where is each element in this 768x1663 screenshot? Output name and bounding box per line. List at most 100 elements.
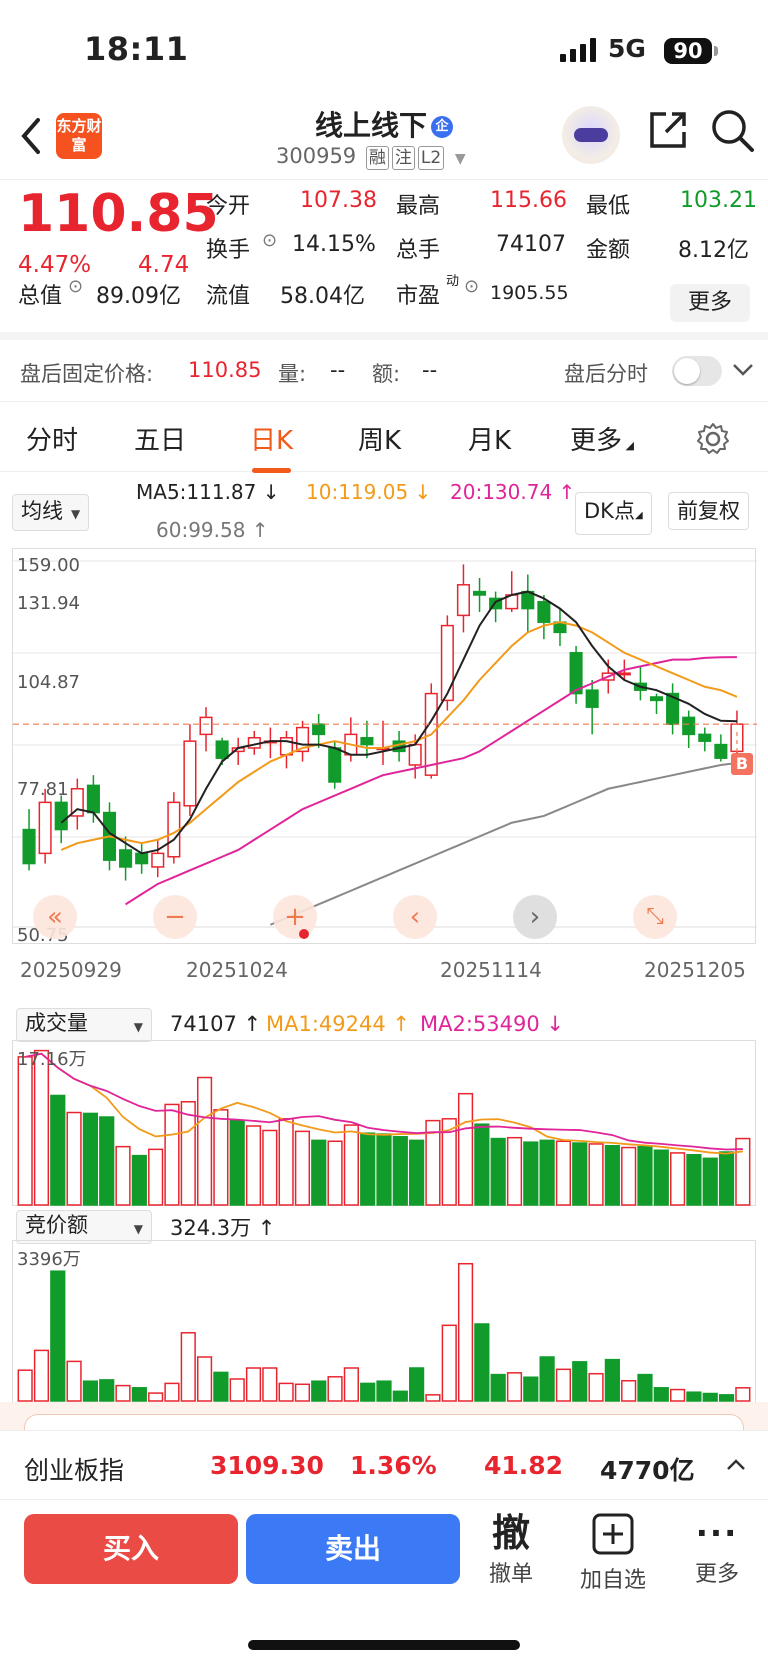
ma10-value: 10:119.05: [306, 480, 409, 504]
ma60-legend: 60:99.58 ↑: [156, 518, 269, 542]
next-button[interactable]: ›: [513, 895, 557, 939]
indicator-select[interactable]: 均线 ▼: [12, 494, 90, 531]
volume-bar: [294, 1383, 311, 1402]
volume-bar: [180, 1101, 196, 1206]
kline-chart[interactable]: 159.00 131.94 104.87 77.81 50.75 B « − +…: [12, 548, 757, 946]
info-icon[interactable]: ⊙: [464, 276, 479, 297]
volume-bar: [604, 1145, 620, 1206]
info-icon[interactable]: ⊙: [262, 230, 277, 251]
tab-intraday[interactable]: 分时: [26, 420, 78, 457]
volume-bar: [196, 1076, 213, 1206]
sell-button[interactable]: 卖出: [246, 1514, 460, 1584]
volume-ma1: MA1:49244 ↑: [266, 1012, 411, 1036]
volume-bar: [523, 1376, 539, 1402]
volume-bar: [311, 1380, 327, 1402]
zoom-out-button[interactable]: −: [153, 895, 197, 939]
after-hours-amt-label: 额:: [372, 362, 401, 386]
volume-bar: [115, 1384, 131, 1402]
turnover-label: 换手: [206, 238, 251, 263]
volume-bar: [360, 1132, 376, 1206]
caret-icon: ◢: [634, 510, 643, 521]
ma20-legend: 20:130.74 ↑: [450, 480, 576, 504]
high-value: 115.66: [490, 188, 567, 213]
quote-panel: 110.85 4.47% 4.74 今开 107.38 最高 115.66 最低…: [0, 180, 768, 340]
dk-point-label: DK点: [584, 499, 635, 523]
kline-chart-svg: [13, 560, 757, 928]
drawer-handle[interactable]: [0, 1402, 768, 1430]
auction-select[interactable]: 竞价额 ▼: [16, 1210, 152, 1244]
add-watchlist-button[interactable]: 加自选: [568, 1510, 658, 1594]
level2-tag: L2: [417, 146, 445, 170]
tab-weekly-k[interactable]: 周K: [358, 420, 401, 457]
caret-down-icon: ▼: [454, 151, 466, 167]
mktcap-label: 总值: [18, 284, 63, 309]
volume-bar: [506, 1372, 523, 1402]
tab-five-day[interactable]: 五日: [134, 420, 186, 457]
auction-y-max: 3396万: [17, 1249, 81, 1270]
volume-bar: [637, 1373, 653, 1402]
adjust-button[interactable]: 前复权: [668, 492, 749, 530]
turnover-value: 14.15%: [292, 232, 376, 257]
amount-label: 金额: [586, 238, 631, 263]
search-icon[interactable]: [710, 108, 756, 154]
volume-bar: [686, 1153, 702, 1206]
candle-body: [440, 624, 454, 702]
after-hours-toggle[interactable]: [672, 356, 722, 386]
candle-body: [585, 689, 599, 708]
pe-value: 1905.55: [490, 282, 569, 304]
low-label: 最低: [586, 194, 631, 219]
more-actions-label: 更多: [694, 1562, 739, 1587]
candle-body: [183, 740, 197, 807]
tab-more[interactable]: 更多 ◢: [570, 420, 634, 457]
bottom-action-bar: 买入 卖出 撤 撤单 加自选 ··· 更多: [0, 1500, 768, 1663]
volume-chart[interactable]: 17.16万: [12, 1040, 756, 1206]
volume-bar: [718, 1394, 735, 1402]
info-icon[interactable]: ⊙: [68, 276, 83, 297]
volume-bar: [294, 1130, 311, 1206]
tab-daily-k[interactable]: 日K: [250, 420, 293, 473]
stock-header: 东方财富 线上线下企 300959 融注 L2 ▼: [0, 96, 768, 180]
caret-down-icon: ▼: [71, 507, 81, 521]
candle-body: [617, 672, 631, 676]
stock-code-row[interactable]: 300959 融注 L2 ▼: [276, 144, 466, 170]
date-label-start: 20250929: [20, 958, 122, 982]
after-hours-vol-label: 量:: [278, 362, 307, 386]
assistant-avatar[interactable]: [562, 106, 620, 164]
tab-monthly-k[interactable]: 月K: [468, 420, 511, 457]
prev-button[interactable]: ‹: [393, 895, 437, 939]
candle-body: [22, 828, 36, 865]
index-name: 创业板指: [24, 1456, 125, 1485]
chevron-down-icon[interactable]: [732, 362, 754, 378]
candle-body: [199, 716, 213, 736]
buy-signal-marker[interactable]: B: [731, 753, 753, 775]
volume-bar: [229, 1378, 245, 1402]
volume-bar: [327, 1140, 343, 1206]
cancel-order-button[interactable]: 撤 撤单: [466, 1510, 556, 1588]
more-actions-button[interactable]: ··· 更多: [672, 1510, 762, 1588]
volume-bar: [229, 1119, 245, 1206]
volume-select[interactable]: 成交量 ▼: [16, 1008, 152, 1042]
fullscreen-button[interactable]: ⤡: [633, 895, 677, 939]
date-label-end: 20251205: [644, 958, 746, 982]
chevron-up-icon[interactable]: [726, 1457, 746, 1473]
drawer-tab: [24, 1414, 744, 1430]
settings-icon[interactable]: [696, 422, 730, 456]
signal-icon: [560, 38, 596, 62]
buy-button[interactable]: 买入: [24, 1514, 238, 1584]
volume-bar: [653, 1149, 669, 1206]
candle-body: [86, 784, 100, 814]
candle-body: [312, 723, 326, 736]
cancel-order-label: 撤单: [488, 1562, 533, 1587]
index-ticker[interactable]: 创业板指 3109.30 1.36% 41.82 4770亿: [0, 1430, 768, 1500]
share-icon[interactable]: [646, 108, 690, 152]
dk-point-button[interactable]: DK点◢: [575, 492, 652, 535]
volume-bar: [99, 1379, 115, 1402]
status-bar: 18:11 5G 90: [0, 0, 768, 96]
auction-chart[interactable]: 3396万: [12, 1240, 756, 1402]
volume-y-max: 17.16万: [17, 1049, 87, 1070]
rewind-button[interactable]: «: [33, 895, 77, 939]
volume-ma2-value: MA2:53490: [420, 1012, 540, 1036]
add-square-icon: [592, 1513, 634, 1555]
zoom-in-button[interactable]: +: [273, 895, 317, 939]
more-quote-button[interactable]: 更多: [670, 284, 750, 322]
